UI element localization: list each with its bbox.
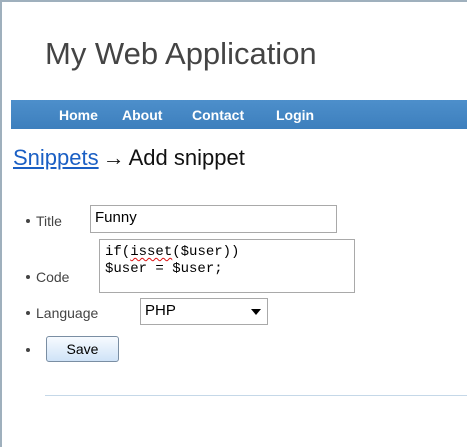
- language-label: Language: [36, 305, 99, 321]
- nav-home-link[interactable]: Home: [59, 107, 98, 123]
- title-label: Title: [36, 213, 62, 229]
- save-button[interactable]: Save: [46, 336, 119, 362]
- chevron-down-icon: [251, 309, 261, 315]
- form-row-save: [26, 342, 36, 358]
- page-title: Add snippet: [128, 145, 245, 170]
- nav-login-link[interactable]: Login: [276, 107, 314, 123]
- language-select[interactable]: PHP: [140, 298, 268, 325]
- form-row-language: Language: [26, 305, 98, 321]
- breadcrumb-snippets-link[interactable]: Snippets: [13, 145, 99, 170]
- code-line-1: if(isset($user)): [105, 244, 240, 260]
- nav-contact-link[interactable]: Contact: [192, 107, 244, 123]
- code-line-2: $user = $user;: [105, 261, 223, 277]
- bullet-icon: [26, 219, 30, 224]
- bullet-icon: [26, 311, 30, 316]
- form-row-title: Title: [26, 213, 62, 229]
- spellcheck-word: isset: [130, 244, 173, 260]
- form-row-code: Code: [26, 269, 69, 285]
- language-selected-value: PHP: [145, 302, 176, 319]
- breadcrumb-arrow-icon: →: [102, 145, 125, 170]
- code-textarea[interactable]: if(isset($user)) $user = $user;: [99, 239, 355, 293]
- app-title: My Web Application: [45, 36, 317, 71]
- bullet-icon: [26, 275, 30, 280]
- bullet-icon: [26, 348, 30, 353]
- main-navbar: Home About Contact Login: [11, 100, 467, 129]
- title-input[interactable]: Funny: [90, 205, 337, 233]
- code-label: Code: [36, 269, 70, 285]
- footer-divider: [45, 395, 467, 396]
- page-heading: Snippets → Add snippet: [13, 145, 245, 171]
- nav-about-link[interactable]: About: [122, 107, 162, 123]
- browser-viewport: My Web Application Home About Contact Lo…: [0, 0, 467, 447]
